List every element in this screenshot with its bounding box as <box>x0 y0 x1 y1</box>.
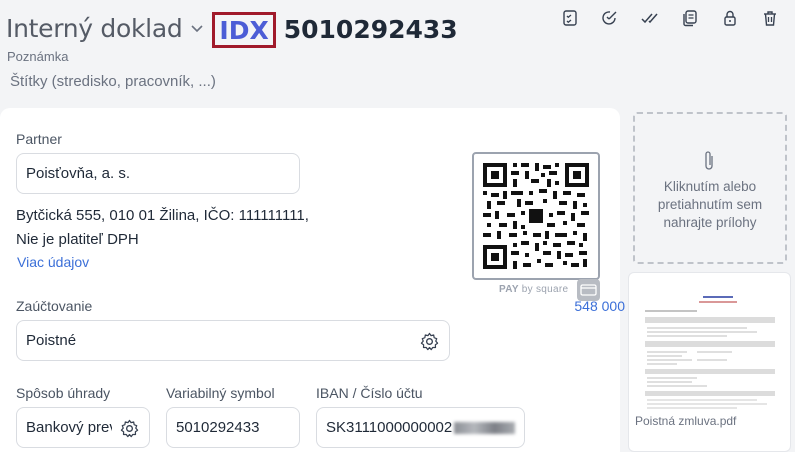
posting-amount[interactable]: 548 000 <box>574 298 625 314</box>
variable-symbol-label: Variabilný symbol <box>166 385 275 401</box>
gear-icon[interactable] <box>120 419 139 438</box>
partner-address: Bytčická 555, 010 01 Žilina, IČO: 111111… <box>16 207 309 224</box>
partner-details: Bytčická 555, 010 01 Žilina, IČO: 111111… <box>16 204 309 252</box>
tags-field[interactable]: Štítky (stredisko, pracovník, ...) <box>10 73 216 90</box>
attachment-thumbnail <box>637 283 783 411</box>
lock-icon[interactable] <box>715 6 745 30</box>
iban-input[interactable]: SK3111000000002 <box>316 407 525 448</box>
partner-input[interactable]: Poisťovňa, a. s. <box>16 153 300 194</box>
copy-icon[interactable] <box>675 6 705 30</box>
variable-symbol-value: 5010292433 <box>176 419 260 436</box>
posting-label: Zaúčtovanie <box>16 298 93 314</box>
chevron-down-icon[interactable] <box>190 21 204 35</box>
gear-icon[interactable] <box>420 332 439 351</box>
pay-caption: PAY <box>499 284 519 295</box>
note-field[interactable]: Poznámka <box>7 49 68 64</box>
attachment-filename: Poistná zmluva.pdf <box>635 414 737 428</box>
posting-value: Poistné <box>26 332 77 349</box>
document-prefix: IDX <box>219 15 269 45</box>
checklist-icon[interactable] <box>555 6 585 30</box>
partner-vat-status: Nie je platiteľ DPH <box>16 231 139 248</box>
edit-check-icon[interactable] <box>595 6 625 30</box>
attachment-dropzone[interactable]: Kliknutím alebo pretiahnutím sem nahrajt… <box>633 112 787 264</box>
document-prefix-box: IDX <box>212 12 276 48</box>
attachment-card[interactable]: Poistná zmluva.pdf <box>628 272 791 452</box>
iban-redacted <box>454 421 515 434</box>
dropzone-text: Kliknutím alebo pretiahnutím sem nahrajt… <box>657 179 763 230</box>
posting-input[interactable]: Poistné <box>16 320 450 361</box>
variable-symbol-input[interactable]: 5010292433 <box>166 407 300 448</box>
iban-label: IBAN / Číslo účtu <box>316 385 423 401</box>
pay-by-square-qr <box>472 152 600 280</box>
toolbar <box>555 6 785 30</box>
iban-value: SK3111000000002 <box>326 419 453 436</box>
double-check-icon[interactable] <box>635 6 665 30</box>
more-details-link[interactable]: Viac údajov <box>17 254 89 270</box>
paperclip-icon <box>701 148 719 174</box>
by-square-caption: by square <box>521 284 569 295</box>
document-number: 5010292433 <box>283 14 458 44</box>
partner-value: Poisťovňa, a. s. <box>26 165 131 182</box>
payment-method-select[interactable]: Bankový prevod <box>16 407 150 448</box>
payment-method-label: Spôsob úhrady <box>16 385 111 401</box>
trash-icon[interactable] <box>755 6 785 30</box>
partner-label: Partner <box>16 131 62 147</box>
document-header: Interný doklad IDX 5010292433 <box>6 8 458 48</box>
pay-by-square-caption: PAY by square <box>499 284 568 295</box>
document-type-select[interactable]: Interný doklad <box>6 14 183 43</box>
payment-method-value: Bankový prevod <box>26 419 112 436</box>
qr-code-icon <box>483 163 589 269</box>
